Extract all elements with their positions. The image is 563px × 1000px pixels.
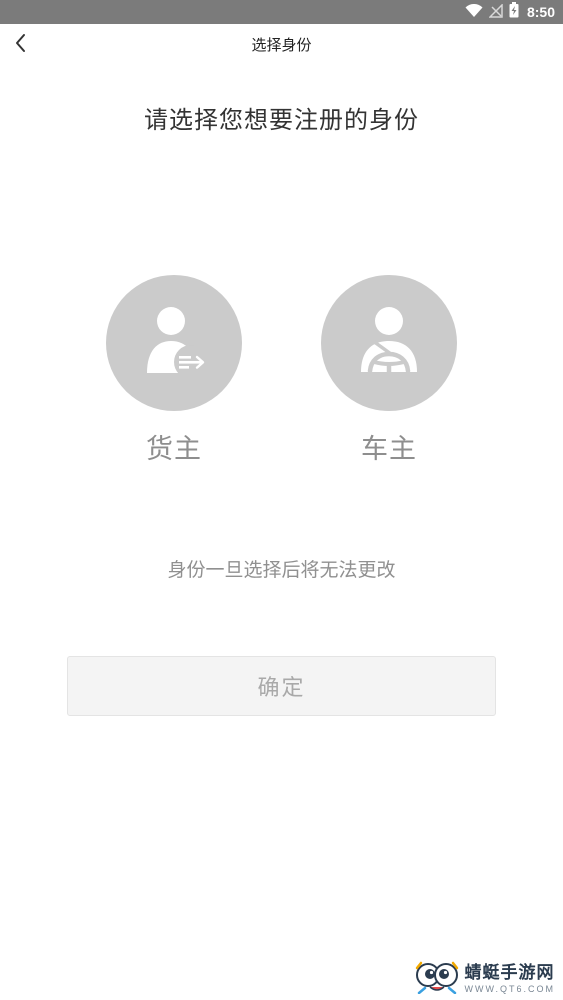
headline: 请选择您想要注册的身份 (144, 106, 419, 134)
nav-bar: 选择身份 (0, 24, 563, 66)
confirm-button[interactable]: 确定 (67, 656, 496, 716)
watermark-url: WWW.QT6.COM (464, 983, 555, 994)
watermark: 蜻蜓手游网 WWW.QT6.COM (415, 960, 556, 998)
role-label-shipper: 货主 (146, 434, 202, 465)
status-time: 8:50 (526, 4, 555, 20)
signal-off-icon (488, 2, 503, 22)
watermark-name: 蜻蜓手游网 (464, 962, 555, 983)
dragonfly-logo-icon (415, 960, 459, 998)
role-circle (106, 275, 242, 411)
role-option-driver[interactable]: 车主 (321, 275, 457, 466)
watermark-text: 蜻蜓手游网 WWW.QT6.COM (464, 962, 556, 994)
role-option-shipper[interactable]: 货主 (106, 275, 242, 466)
shipper-icon (139, 305, 209, 381)
back-button[interactable] (4, 28, 38, 62)
battery-charging-icon (509, 2, 519, 22)
wifi-icon (465, 3, 483, 22)
driver-icon (357, 306, 421, 380)
page-title: 选择身份 (251, 36, 312, 54)
status-bar: 8:50 (0, 0, 563, 24)
role-label-driver: 车主 (361, 434, 417, 465)
role-circle (321, 275, 457, 411)
notice-text: 身份一旦选择后将无法更改 (167, 559, 396, 581)
status-icons: 8:50 (465, 0, 555, 24)
chevron-left-icon (14, 33, 28, 57)
